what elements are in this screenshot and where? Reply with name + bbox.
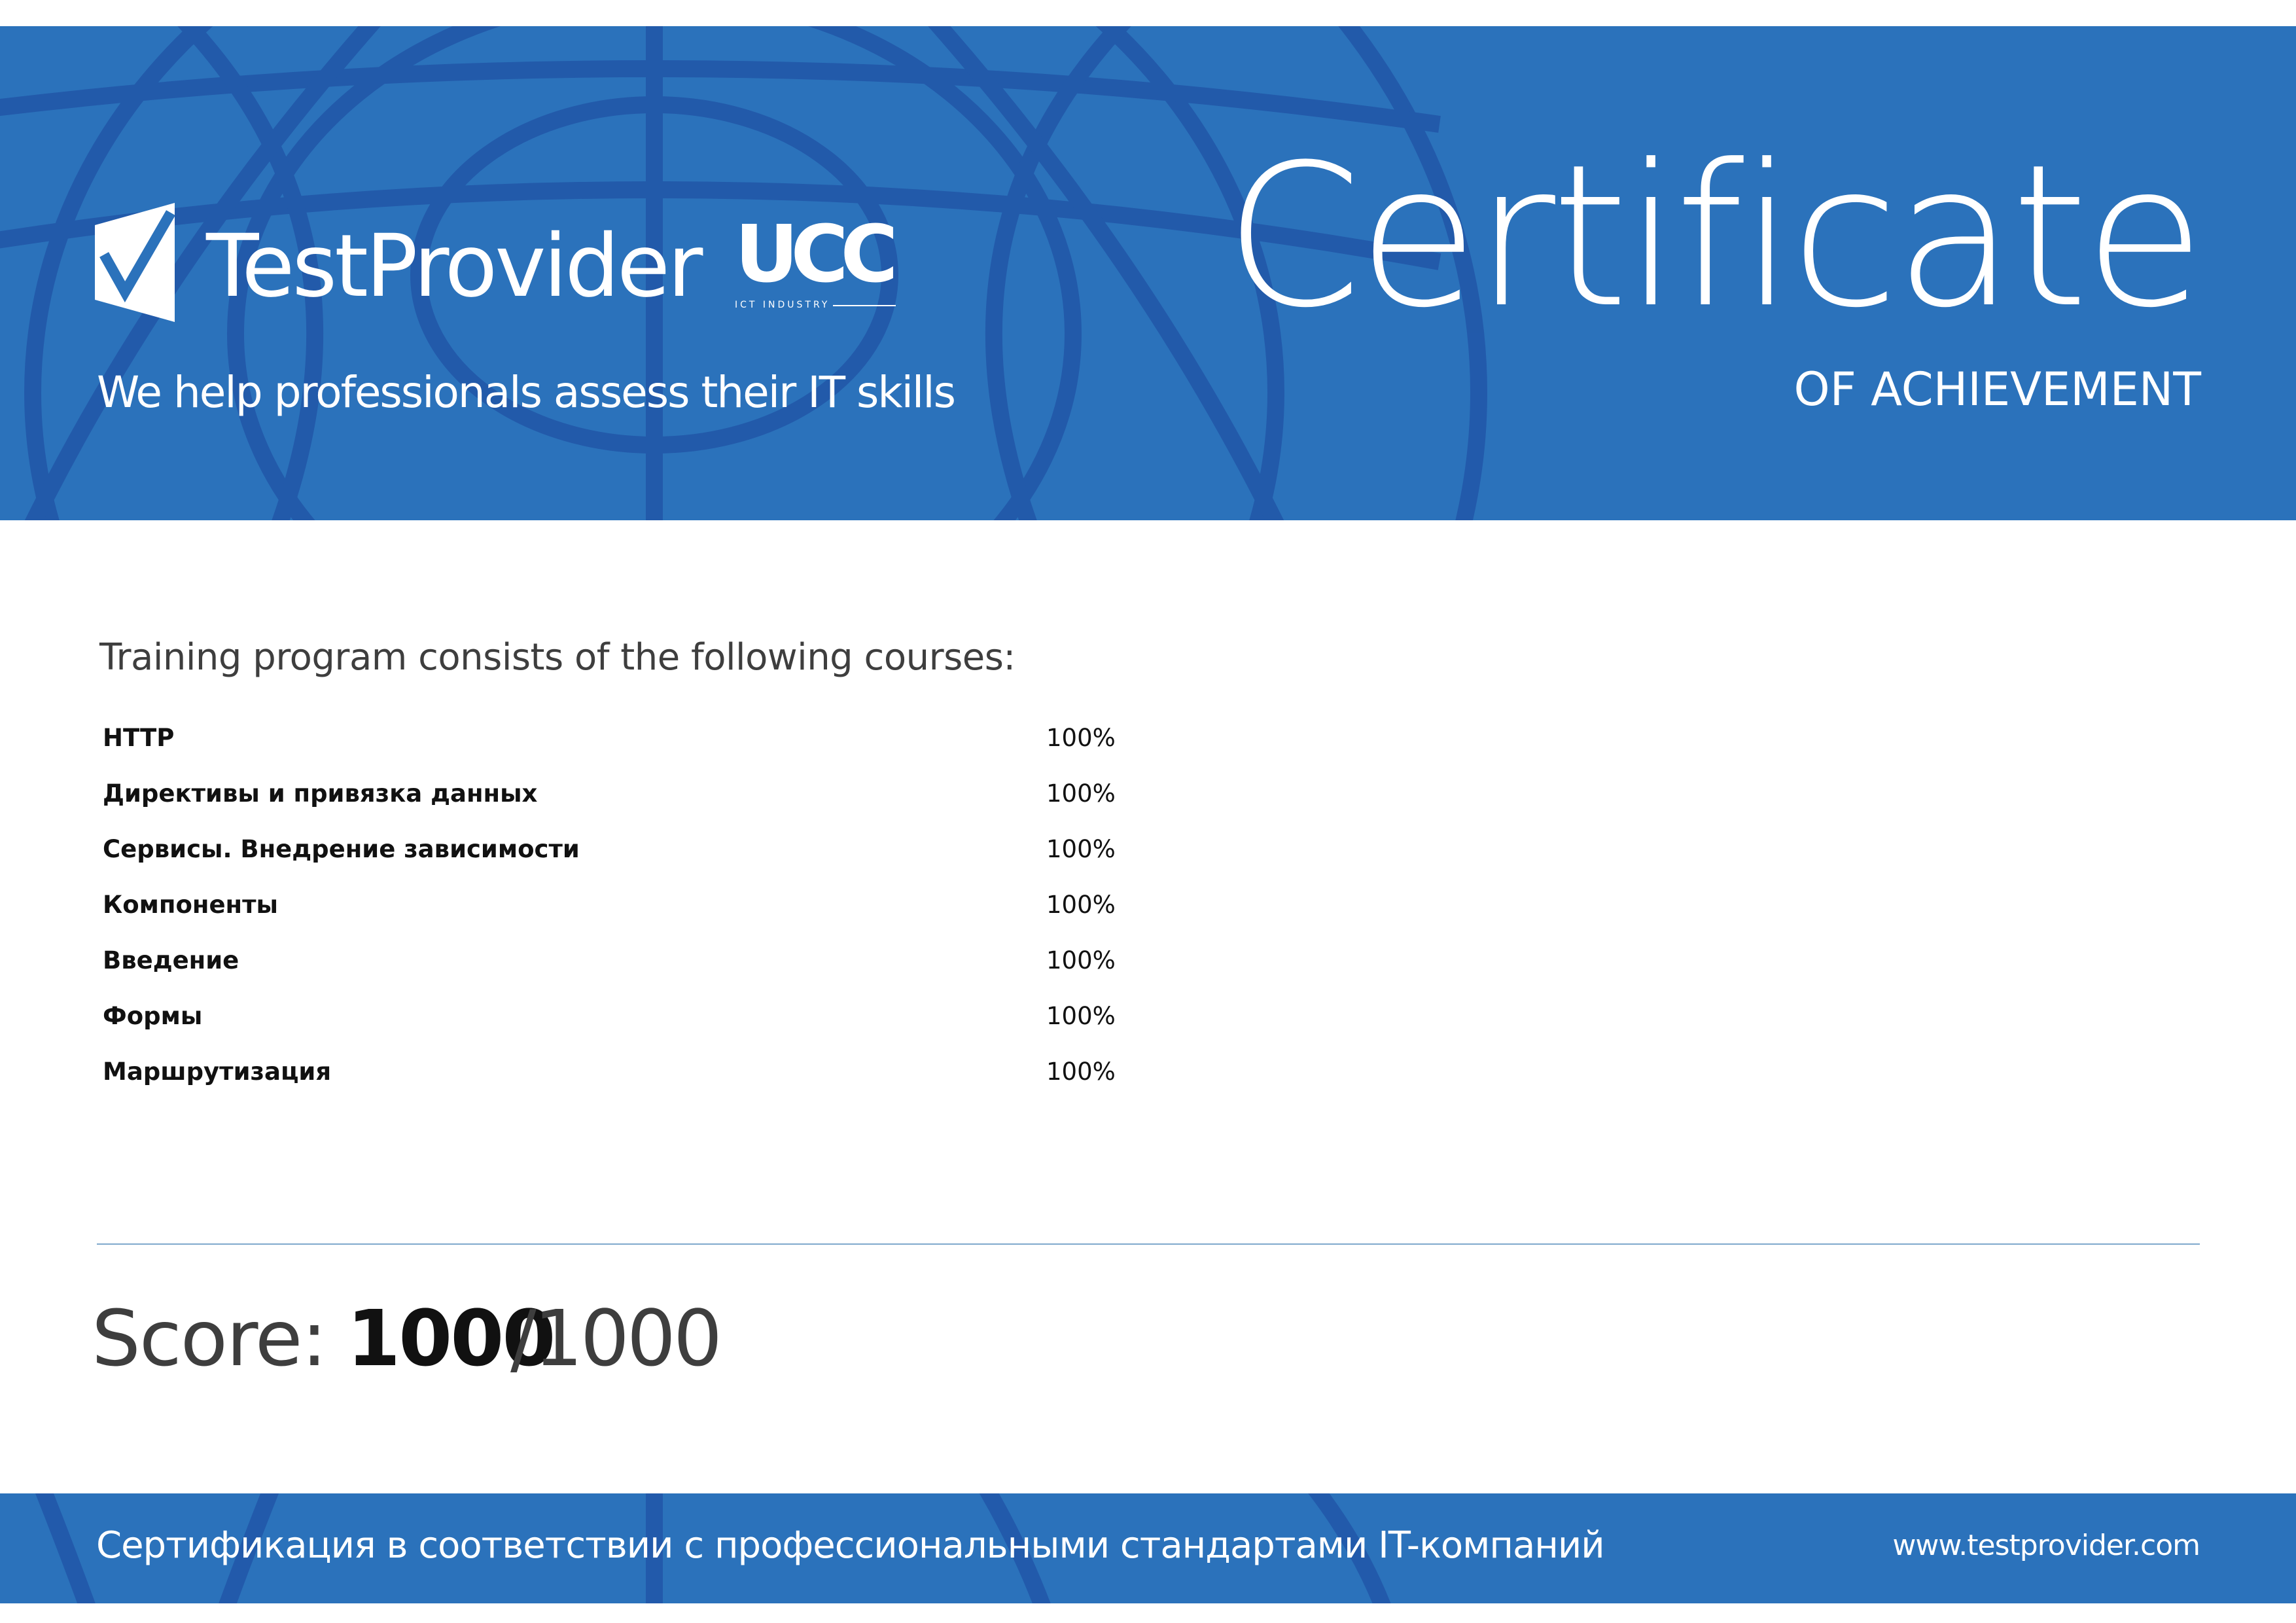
program-intro: Training program consists of the followi… bbox=[99, 636, 1016, 679]
course-name: HTTP bbox=[103, 724, 175, 752]
checkmark-shield-icon bbox=[95, 203, 175, 322]
course-name: Формы bbox=[103, 1002, 203, 1030]
course-row: Сервисы. Внедрение зависимости 100% bbox=[103, 831, 1150, 887]
course-score: 100% bbox=[1046, 891, 1116, 919]
partner-logo-mark: UCC bbox=[735, 209, 898, 300]
course-row: Формы 100% bbox=[103, 998, 1150, 1054]
header-band: TestProvider UCC ICT INDUSTRY We help pr… bbox=[0, 26, 2296, 520]
certificate-page: TestProvider UCC ICT INDUSTRY We help pr… bbox=[0, 0, 2296, 1623]
course-score: 100% bbox=[1046, 1058, 1116, 1086]
partner-logo-rule bbox=[833, 305, 896, 306]
course-row: Директивы и привязка данных 100% bbox=[103, 776, 1150, 831]
partner-logo: UCC ICT INDUSTRY bbox=[735, 209, 918, 311]
score-total: /1000 bbox=[510, 1293, 722, 1383]
course-name: Маршрутизация bbox=[103, 1058, 332, 1086]
course-score: 100% bbox=[1046, 779, 1116, 808]
footer-text: Сертификация в соответствии с профессион… bbox=[96, 1524, 1605, 1567]
course-row: Компоненты 100% bbox=[103, 887, 1150, 942]
certificate-title: Certificate bbox=[1224, 122, 2205, 351]
score-label: Score: bbox=[92, 1293, 327, 1383]
course-row: HTTP 100% bbox=[103, 720, 1150, 776]
footer-url[interactable]: www.testprovider.com bbox=[1892, 1523, 2200, 1569]
course-score: 100% bbox=[1046, 724, 1116, 752]
brand-tagline: We help professionals assess their IT sk… bbox=[97, 367, 956, 418]
certificate-subtitle: OF ACHIEVEMENT bbox=[1793, 363, 2201, 416]
section-divider bbox=[97, 1243, 2200, 1245]
course-name: Введение bbox=[103, 946, 239, 974]
footer-band: Сертификация в соответствии с профессион… bbox=[0, 1493, 2296, 1603]
course-row: Маршрутизация 100% bbox=[103, 1054, 1150, 1109]
course-name: Сервисы. Внедрение зависимости bbox=[103, 835, 580, 863]
partner-logo-sub: ICT INDUSTRY bbox=[735, 300, 830, 310]
course-name: Директивы и привязка данных bbox=[103, 779, 538, 808]
course-row: Введение 100% bbox=[103, 942, 1150, 998]
course-score: 100% bbox=[1046, 946, 1116, 974]
course-score: 100% bbox=[1046, 1002, 1116, 1030]
brand-name: TestProvider bbox=[206, 216, 703, 317]
course-name: Компоненты bbox=[103, 891, 279, 919]
course-score: 100% bbox=[1046, 835, 1116, 863]
